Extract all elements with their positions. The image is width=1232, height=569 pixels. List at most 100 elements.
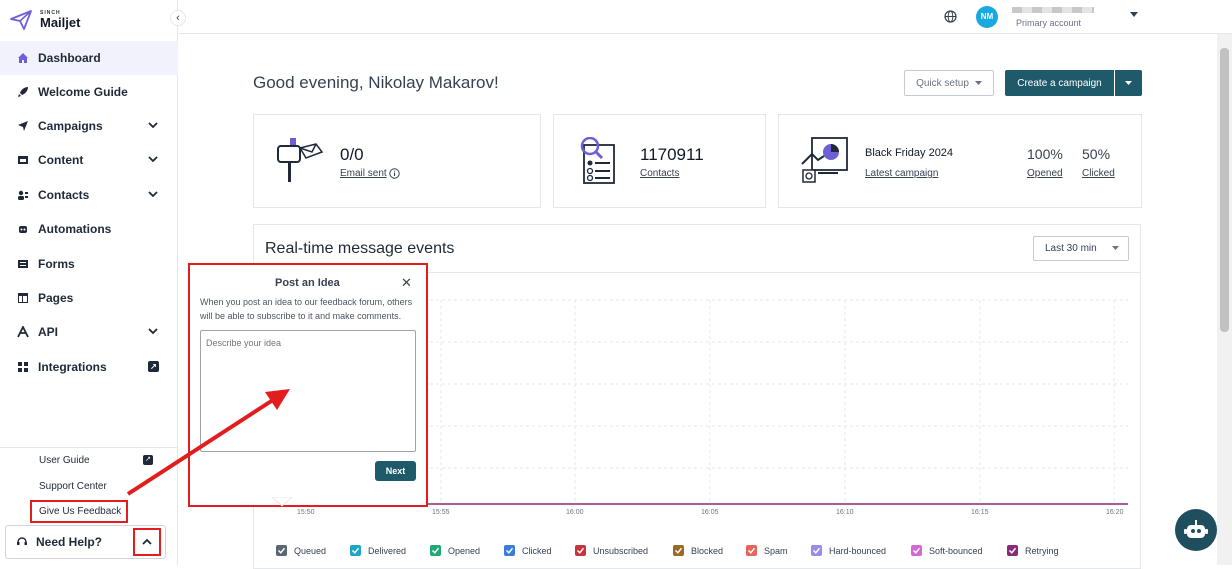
- sidebar-item-label: Pages: [38, 291, 74, 305]
- legend-unsubscribed[interactable]: Unsubscribed: [575, 545, 648, 556]
- sidebar-item-label: Welcome Guide: [38, 85, 128, 99]
- legend-label: Retrying: [1025, 545, 1059, 556]
- legend-label: Soft-bounced: [929, 545, 983, 556]
- contacts-icon: [16, 188, 30, 202]
- sidebar-item-api[interactable]: API: [0, 315, 178, 349]
- legend-delivered[interactable]: Delivered: [350, 545, 406, 556]
- mailjet-logo[interactable]: SINCH Mailjet: [10, 8, 80, 32]
- chevron-down-icon: [148, 122, 158, 129]
- clicked-percentage: 50%: [1082, 146, 1111, 162]
- sidebar-item-welcome-guide[interactable]: Welcome Guide: [0, 75, 178, 109]
- campaign-name: Black Friday 2024: [865, 147, 954, 159]
- contact-list-icon: [580, 137, 615, 184]
- grid-icon: [16, 360, 30, 374]
- time-range-select[interactable]: Last 30 min: [1033, 236, 1129, 261]
- checkbox-icon: [811, 545, 822, 556]
- legend-soft-bounced[interactable]: Soft-bounced: [911, 545, 983, 556]
- legend-label: Delivered: [368, 545, 407, 556]
- legend-label: Clicked: [522, 545, 552, 556]
- idea-description-input[interactable]: [200, 330, 416, 452]
- support-center-link[interactable]: Support Center: [39, 481, 107, 492]
- opened-link[interactable]: Opened: [1027, 168, 1063, 179]
- rocket-icon: [16, 85, 30, 99]
- robot-icon: [1184, 520, 1208, 538]
- content-icon: [16, 153, 30, 167]
- x-tick-label: 15:55: [432, 509, 450, 516]
- email-sent-value: 0/0: [340, 145, 364, 164]
- sidebar-item-dashboard[interactable]: Dashboard: [0, 41, 178, 75]
- globe-icon[interactable]: [944, 10, 957, 23]
- chevron-down-icon: [148, 156, 158, 163]
- sidebar-item-forms[interactable]: Forms: [0, 247, 178, 281]
- legend-label: Spam: [764, 545, 788, 556]
- sidebar-item-label: Integrations: [38, 360, 107, 374]
- page-scrollbar[interactable]: [1217, 34, 1232, 565]
- popup-title: Post an Idea: [275, 277, 340, 289]
- create-campaign-dropdown-button[interactable]: [1115, 70, 1142, 96]
- x-tick-label: 16:20: [1106, 509, 1124, 516]
- quick-setup-dropdown[interactable]: Quick setup: [904, 70, 994, 96]
- page-title: Good evening, Nikolay Makarov!: [253, 73, 499, 92]
- legend-blocked[interactable]: Blocked: [673, 545, 723, 556]
- feedback-highlight-box: [30, 500, 128, 523]
- checkbox-icon: [276, 545, 287, 556]
- sidebar-item-label: Automations: [38, 222, 112, 236]
- user-guide-link[interactable]: User Guide: [39, 455, 90, 466]
- next-button[interactable]: Next: [375, 461, 416, 481]
- sidebar-item-pages[interactable]: Pages: [0, 281, 178, 315]
- caret-down-icon: [1125, 80, 1132, 85]
- need-help-toggle-button[interactable]: [133, 528, 161, 556]
- clicked-link[interactable]: Clicked: [1082, 168, 1115, 179]
- scrollbar-thumb[interactable]: [1220, 48, 1229, 332]
- legend-label: Unsubscribed: [593, 545, 649, 556]
- robot-icon: [16, 222, 30, 236]
- sidebar-bottom-divider: [0, 447, 178, 448]
- sidebar-item-label: Forms: [38, 257, 75, 271]
- sidebar-item-contacts[interactable]: Contacts: [0, 178, 178, 212]
- contacts-link[interactable]: Contacts: [640, 168, 679, 179]
- popup-pointer: [272, 497, 292, 507]
- legend-hard-bounced[interactable]: Hard-bounced: [811, 545, 886, 556]
- email-sent-link[interactable]: Email sent: [340, 168, 387, 179]
- topbar: [178, 0, 1232, 34]
- checkbox-icon: [575, 545, 586, 556]
- x-tick-label: 16:15: [971, 509, 989, 516]
- legend-label: Queued: [294, 545, 327, 556]
- pages-icon: [16, 291, 30, 305]
- caret-down-icon: [1112, 246, 1119, 250]
- x-tick-label: 16:05: [701, 509, 719, 516]
- legend-retrying[interactable]: Retrying: [1007, 545, 1059, 556]
- latest-campaign-link[interactable]: Latest campaign: [865, 168, 938, 179]
- home-icon: [16, 51, 30, 65]
- x-tick-label: 16:00: [566, 509, 584, 516]
- legend-label: Opened: [448, 545, 481, 556]
- close-icon[interactable]: ✕: [401, 275, 412, 291]
- caret-down-icon[interactable]: [1130, 12, 1138, 18]
- x-tick-label: 16:10: [836, 509, 854, 516]
- create-campaign-button[interactable]: Create a campaign: [1005, 70, 1114, 96]
- send-icon: [16, 119, 30, 133]
- checkbox-icon: [1007, 545, 1018, 556]
- brand-name: Mailjet: [40, 15, 81, 30]
- legend-opened[interactable]: Opened: [430, 545, 480, 556]
- sidebar-item-integrations[interactable]: Integrations ↗: [0, 350, 178, 384]
- legend-queued[interactable]: Queued: [276, 545, 326, 556]
- avatar[interactable]: NM: [976, 6, 998, 28]
- x-tick-label: 15:50: [297, 509, 315, 516]
- api-icon: [16, 325, 30, 339]
- mailbox-icon: [277, 138, 324, 182]
- chatbot-button[interactable]: [1175, 509, 1217, 551]
- info-icon[interactable]: [389, 168, 400, 179]
- external-link-icon: ↗: [148, 361, 159, 372]
- sidebar-item-label: Content: [38, 153, 84, 167]
- legend-spam[interactable]: Spam: [746, 545, 788, 556]
- sidebar-item-automations[interactable]: Automations: [0, 212, 178, 246]
- sidebar-item-label: API: [38, 325, 59, 339]
- popup-description: When you post an idea to our feedback fo…: [200, 297, 413, 321]
- checkbox-icon: [746, 545, 757, 556]
- sidebar-item-content[interactable]: Content: [0, 143, 178, 177]
- legend-clicked[interactable]: Clicked: [504, 545, 552, 556]
- account-label: Primary account: [1016, 18, 1082, 28]
- checkbox-icon: [673, 545, 684, 556]
- sidebar-item-campaigns[interactable]: Campaigns: [0, 109, 178, 143]
